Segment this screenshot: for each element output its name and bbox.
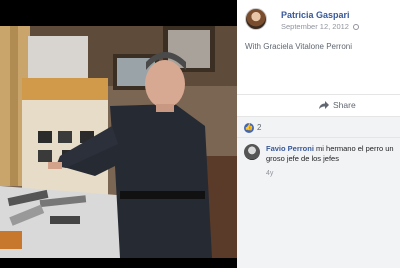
photo-image [0,26,237,258]
post-date[interactable]: September 12, 2012 [281,22,349,31]
reactions-row: 👍 2 [237,116,400,138]
tagged-with: With Graciela Vitalone Perroni [245,42,352,51]
like-icon[interactable]: 👍 [244,123,254,133]
commenter-name[interactable]: Favio Perroni [266,144,314,153]
author-name[interactable]: Patricia Gaspari [281,10,350,20]
post-meta: September 12, 2012 [281,22,360,31]
tagged-person[interactable]: With Graciela Vitalone Perroni [245,42,352,51]
share-label: Share [333,100,356,110]
comment-body: Favio Perroni mi hermano el perro un gro… [266,144,394,164]
comment-time[interactable]: 4y [266,170,273,177]
reaction-count[interactable]: 2 [257,123,261,132]
post-header: Patricia Gaspari September 12, 2012 [245,8,395,32]
comments-section: Favio Perroni mi hermano el perro un gro… [237,138,400,268]
share-button[interactable]: Share [319,100,356,110]
share-icon [319,101,329,109]
author-avatar[interactable] [245,8,267,30]
screenshot-frame: Patricia Gaspari September 12, 2012 With… [0,0,400,268]
commenter-avatar[interactable] [244,144,260,160]
post-photo[interactable] [0,26,237,258]
post-side-panel: Patricia Gaspari September 12, 2012 With… [237,0,400,268]
globe-icon [353,24,360,30]
action-bar: Share [237,94,400,116]
